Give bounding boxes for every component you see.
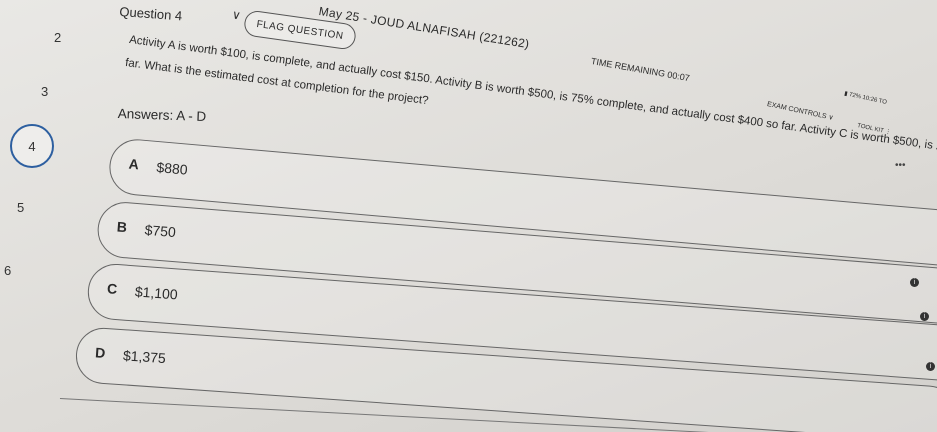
info-icon[interactable]: i (926, 362, 935, 371)
option-value: $750 (144, 221, 177, 241)
option-letter: A (128, 155, 140, 173)
time-remaining: TIME REMAINING 00:07 (590, 56, 691, 84)
option-letter: D (94, 344, 106, 361)
option-letter: B (116, 218, 128, 236)
flag-question-label: FLAG QUESTION (255, 18, 345, 42)
question-nav-2[interactable]: 2 (54, 30, 61, 45)
info-icon[interactable]: i (920, 312, 929, 321)
exam-controls-label: EXAM CONTROLS (766, 100, 828, 121)
question-nav-3[interactable]: 3 (41, 84, 48, 99)
question-nav-6[interactable]: 6 (4, 263, 11, 278)
info-icon[interactable]: i (910, 278, 919, 287)
chevron-down-icon[interactable]: ∨ (231, 7, 242, 22)
option-value: $880 (155, 159, 189, 178)
option-letter: C (106, 280, 118, 298)
battery-icon: ▮ (843, 90, 849, 98)
option-value: $1,375 (122, 347, 167, 367)
question-nav-4-current[interactable]: 4 (10, 124, 54, 168)
chevron-down-icon: ∨ (827, 114, 835, 122)
battery-status: ▮ 72% 10:26 TO (844, 90, 888, 106)
question-nav-5[interactable]: 5 (17, 200, 24, 215)
more-options-icon[interactable]: ••• (895, 160, 906, 171)
question-label: Question 4 (118, 4, 183, 24)
battery-label: 72% 10:26 TO (848, 92, 888, 106)
option-value: $1,100 (134, 283, 179, 303)
answers-label: Answers: A - D (117, 106, 207, 125)
exam-screen: 2 3 4 5 6 Question 4 ∨ FLAG QUESTION May… (0, 0, 937, 432)
question-nav-label: 4 (28, 138, 36, 154)
